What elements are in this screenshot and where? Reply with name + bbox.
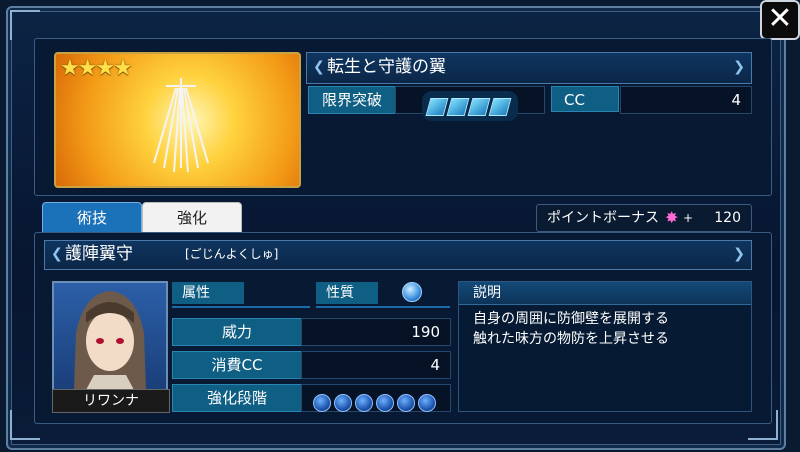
cc-label: CC [551, 86, 619, 112]
skill-card-image: ★★★★ [54, 52, 301, 188]
limit-break-value [395, 86, 545, 121]
description-line: 触れた味方の物防を上昇させる [473, 331, 669, 347]
attribute-label: 属性 [172, 282, 244, 304]
enhance-slot-icon [355, 393, 373, 412]
power-label: 威力 [172, 318, 302, 346]
tab-arte[interactable]: 術技 [42, 202, 142, 234]
character-avatar [74, 291, 146, 390]
tab-enhance[interactable]: 強化 [142, 202, 242, 234]
enhance-slot-icon [418, 393, 436, 412]
enhance-label: 強化段階 [172, 384, 302, 412]
point-bonus-suffix: + [683, 211, 694, 225]
limit-break-gem-icon [446, 97, 470, 116]
enhance-slot-icon [376, 393, 394, 412]
limit-break-gem-icon [425, 97, 449, 116]
skill-title-bar: ❮ 転生と守護の翼 ❯ [306, 52, 752, 84]
cc-value: 4 [620, 86, 752, 114]
enhance-slot-icon [397, 393, 415, 412]
attribute-header: 属性 [172, 282, 310, 308]
enhance-slot-icon [313, 393, 331, 412]
rarity-stars: ★★★★ [60, 56, 133, 81]
arte-reading: [ごじんよくしゅ] [185, 247, 279, 261]
description-header: 説明 [459, 282, 751, 305]
character-name: リワンナ [52, 389, 170, 413]
star-burst-icon: ✸ [665, 208, 679, 227]
limit-break-gem-icon [488, 97, 512, 116]
arte-name: 護陣翼守 [65, 244, 133, 264]
point-bonus-box: ポイントボーナス ✸ + 120 [536, 204, 752, 232]
nature-label: 性質 [316, 282, 378, 304]
character-portrait [52, 281, 168, 392]
power-value: 190 [301, 318, 451, 346]
close-button[interactable]: ✕ [760, 0, 800, 40]
description-line: 自身の周囲に防御壁を展開する [473, 311, 669, 327]
skill-title: 転生と守護の翼 [327, 57, 446, 77]
enhance-slot-icon [334, 393, 352, 412]
wing-icon [153, 78, 209, 173]
nature-orb-icon [402, 282, 422, 302]
corner-ornament [10, 10, 40, 40]
limit-break-gem-icon [467, 97, 491, 116]
description-box: 説明 自身の周囲に防御壁を展開する 触れた味方の物防を上昇させる [458, 281, 752, 412]
cost-label: 消費CC [172, 351, 302, 379]
cost-value: 4 [301, 351, 451, 379]
arte-title-bar: ❮ 護陣翼守 [ごじんよくしゅ] ❯ [44, 240, 752, 270]
limit-break-label: 限界突破 [308, 86, 396, 114]
enhance-value [301, 384, 451, 412]
point-bonus-label: ポイントボーナス [547, 210, 659, 226]
nature-header: 性質 [316, 282, 450, 308]
point-bonus-value: 120 [714, 210, 741, 226]
